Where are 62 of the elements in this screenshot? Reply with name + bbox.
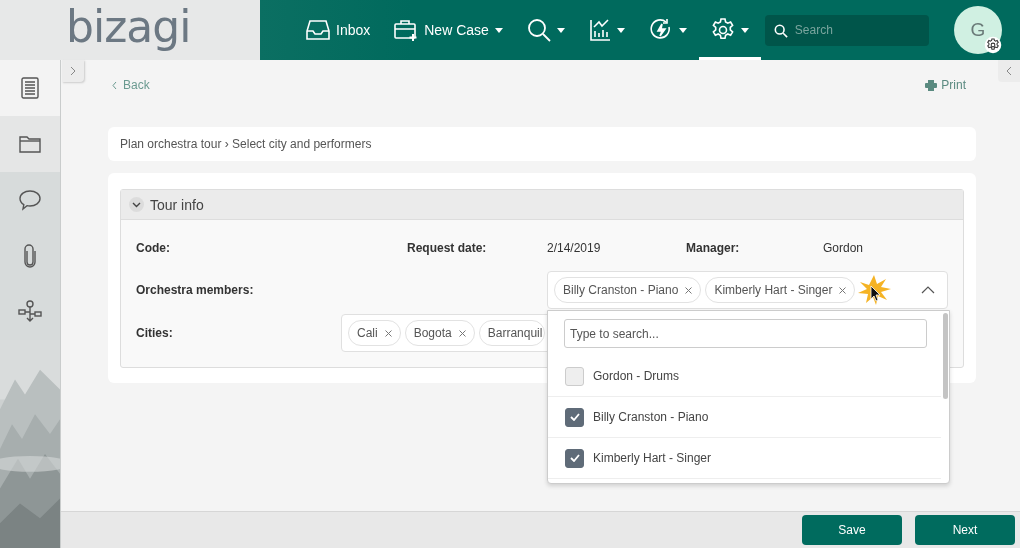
chart-icon xyxy=(588,18,611,42)
option-label: Kimberly Hart - Singer xyxy=(593,451,712,465)
folder-icon xyxy=(19,135,41,153)
dropdown-option[interactable]: Kimberly Hart - Singer xyxy=(548,438,941,479)
print-link[interactable]: Print xyxy=(925,78,966,92)
field-label: Orchestra members: xyxy=(136,283,255,297)
section-title: Tour info xyxy=(150,196,204,213)
option-label: Gordon - Drums xyxy=(593,369,680,383)
click-highlight-icon xyxy=(857,275,892,305)
document-icon xyxy=(21,77,39,99)
close-icon[interactable] xyxy=(685,286,693,294)
tag-label: Kimberly Hart - Singer xyxy=(714,283,833,297)
caret-icon xyxy=(494,27,503,33)
close-icon[interactable] xyxy=(839,286,847,294)
field-value: 2/14/2019 xyxy=(547,241,602,255)
field-label: Code: xyxy=(136,241,171,255)
caret-icon xyxy=(678,27,687,33)
sidebar-item[interactable] xyxy=(0,116,60,172)
tag-label: Barranquil xyxy=(487,326,543,340)
chevron-left-icon xyxy=(1006,66,1012,76)
paperclip-icon xyxy=(23,244,37,268)
briefcase-plus-icon xyxy=(394,18,419,42)
checkbox[interactable] xyxy=(565,407,584,427)
settings-icon xyxy=(710,18,735,42)
user-avatar[interactable]: G xyxy=(953,6,1002,54)
section-header[interactable]: Tour info xyxy=(121,190,963,220)
search-icon xyxy=(526,18,551,42)
breadcrumb: Plan orchestra tour › Select city and performers xyxy=(108,127,976,161)
workflow-icon xyxy=(18,300,42,324)
speech-bubble-icon xyxy=(19,189,41,211)
field-value: Gordon xyxy=(823,241,864,255)
nav-button[interactable]: Inbox xyxy=(294,0,383,60)
tag-label: Cali xyxy=(357,326,378,340)
dropdown-option[interactable]: Gordon - Drums xyxy=(548,356,941,397)
inbox-icon xyxy=(306,19,330,41)
action-button[interactable]: Next xyxy=(915,515,1015,545)
checkmark-icon xyxy=(569,454,580,462)
tag-label: Billy Cranston - Piano xyxy=(563,283,679,297)
field-label: Manager: xyxy=(686,241,741,255)
field-label: Request date: xyxy=(407,241,488,255)
caret-icon xyxy=(556,27,565,33)
action-button[interactable]: Save xyxy=(802,515,902,545)
checkmark-icon xyxy=(569,413,580,421)
caret-icon xyxy=(616,27,625,33)
scrollbar[interactable] xyxy=(943,313,948,399)
close-icon[interactable] xyxy=(384,329,392,337)
chevron-icon xyxy=(921,286,935,294)
nav-button[interactable]: New Case xyxy=(382,0,515,60)
tag-label: Bogota xyxy=(413,326,452,340)
close-icon[interactable] xyxy=(458,329,466,337)
dropdown-option[interactable]: Billy Cranston - Piano xyxy=(548,397,941,438)
search-field[interactable]: Search xyxy=(764,14,929,46)
caret-icon xyxy=(740,27,749,33)
sidebar-item[interactable] xyxy=(0,60,60,116)
option-label: Billy Cranston - Piano xyxy=(593,410,709,424)
checkbox[interactable] xyxy=(565,448,584,468)
settings-icon xyxy=(983,36,1002,54)
field-label: Cities: xyxy=(136,326,174,340)
chevron-right-icon xyxy=(70,66,76,76)
chevron-left-icon xyxy=(112,80,117,90)
search-field[interactable]: Type to search... xyxy=(564,319,927,348)
refresh-bolt-icon xyxy=(648,18,673,42)
